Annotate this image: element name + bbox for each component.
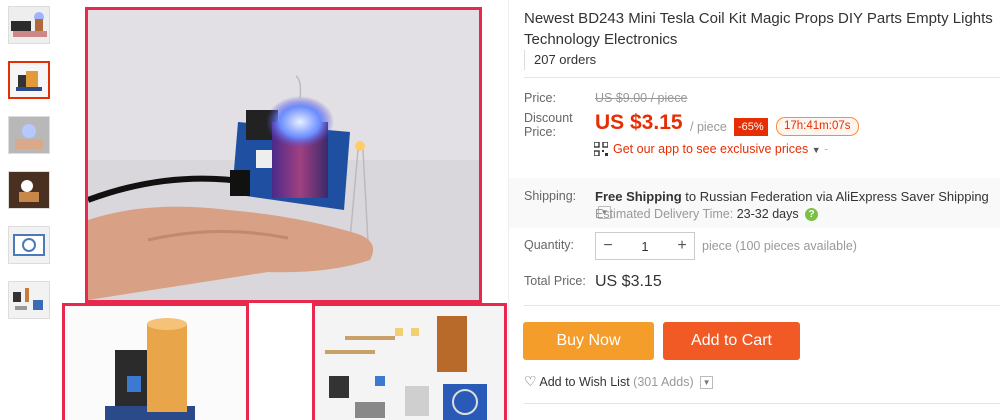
thumbnail-6[interactable] [8, 281, 50, 319]
app-promo-text[interactable]: Get our app to see exclusive prices [613, 142, 808, 156]
free-shipping-text: Free Shipping [595, 189, 682, 204]
price-label: Price: [524, 91, 556, 105]
product-image-coil-kit[interactable] [62, 303, 249, 420]
quantity-increase-button[interactable]: + [670, 237, 694, 255]
separator-dash: - [824, 142, 829, 156]
delivery-label: Estimated Delivery Time: [595, 207, 734, 221]
thumbnail-3[interactable] [8, 116, 50, 154]
shipping-destination: to Russian Federation via AliExpress Sav… [685, 189, 989, 204]
thumbnail-1[interactable] [8, 6, 50, 44]
divider [524, 77, 1000, 78]
add-to-cart-button[interactable]: Add to Cart [663, 322, 800, 360]
chevron-down-icon: ▼ [811, 145, 821, 155]
add-to-wishlist[interactable]: ♡ Add to Wish List (301 Adds) ▼ [524, 373, 714, 390]
product-title: Newest BD243 Mini Tesla Coil Kit Magic P… [524, 10, 993, 48]
discount-price-label: Discount Price: [524, 111, 573, 139]
thumbnail-4[interactable] [8, 171, 50, 209]
current-price: US $3.15 [595, 111, 683, 134]
total-price: US $3.15 [595, 273, 662, 290]
thumbnail-2[interactable] [8, 61, 50, 99]
quantity-input[interactable]: 1 [620, 239, 670, 254]
thumbnail-5[interactable] [8, 226, 50, 264]
order-count[interactable]: 207 orders [524, 50, 596, 70]
help-icon[interactable]: ? [805, 208, 819, 222]
quantity-stepper: − 1 + [595, 232, 695, 260]
shipping-label: Shipping: [524, 189, 577, 203]
app-promo-link[interactable]: Get our app to see exclusive prices ▼ - [613, 142, 828, 156]
main-product-image[interactable] [85, 7, 482, 303]
total-price-label: Total Price: [524, 274, 586, 288]
original-price: US $9.00 / piece [595, 91, 688, 105]
thumbnail-strip [8, 6, 54, 336]
heart-icon: ♡ [524, 373, 537, 389]
delivery-estimate: Estimated Delivery Time: 23-32 days ? [595, 207, 819, 222]
divider [524, 403, 1000, 404]
buy-now-button[interactable]: Buy Now [523, 322, 654, 360]
quantity-label: Quantity: [524, 238, 575, 252]
days-word: days [772, 207, 799, 221]
price-unit: / piece [690, 120, 727, 134]
wishlist-count: (301 Adds) [633, 375, 694, 389]
wishlist-label[interactable]: Add to Wish List [539, 375, 629, 389]
discount-badge: -65% [734, 118, 768, 136]
product-image-kit-parts[interactable] [312, 303, 507, 420]
chevron-down-icon[interactable]: ▼ [700, 376, 714, 390]
quantity-decrease-button[interactable]: − [596, 237, 620, 255]
divider [524, 305, 1000, 306]
qr-code-icon [594, 142, 608, 156]
availability-text: piece (100 pieces available) [702, 239, 857, 253]
delivery-days: 23-32 [736, 207, 769, 221]
countdown-timer: 17h:41m:07s [776, 117, 859, 136]
